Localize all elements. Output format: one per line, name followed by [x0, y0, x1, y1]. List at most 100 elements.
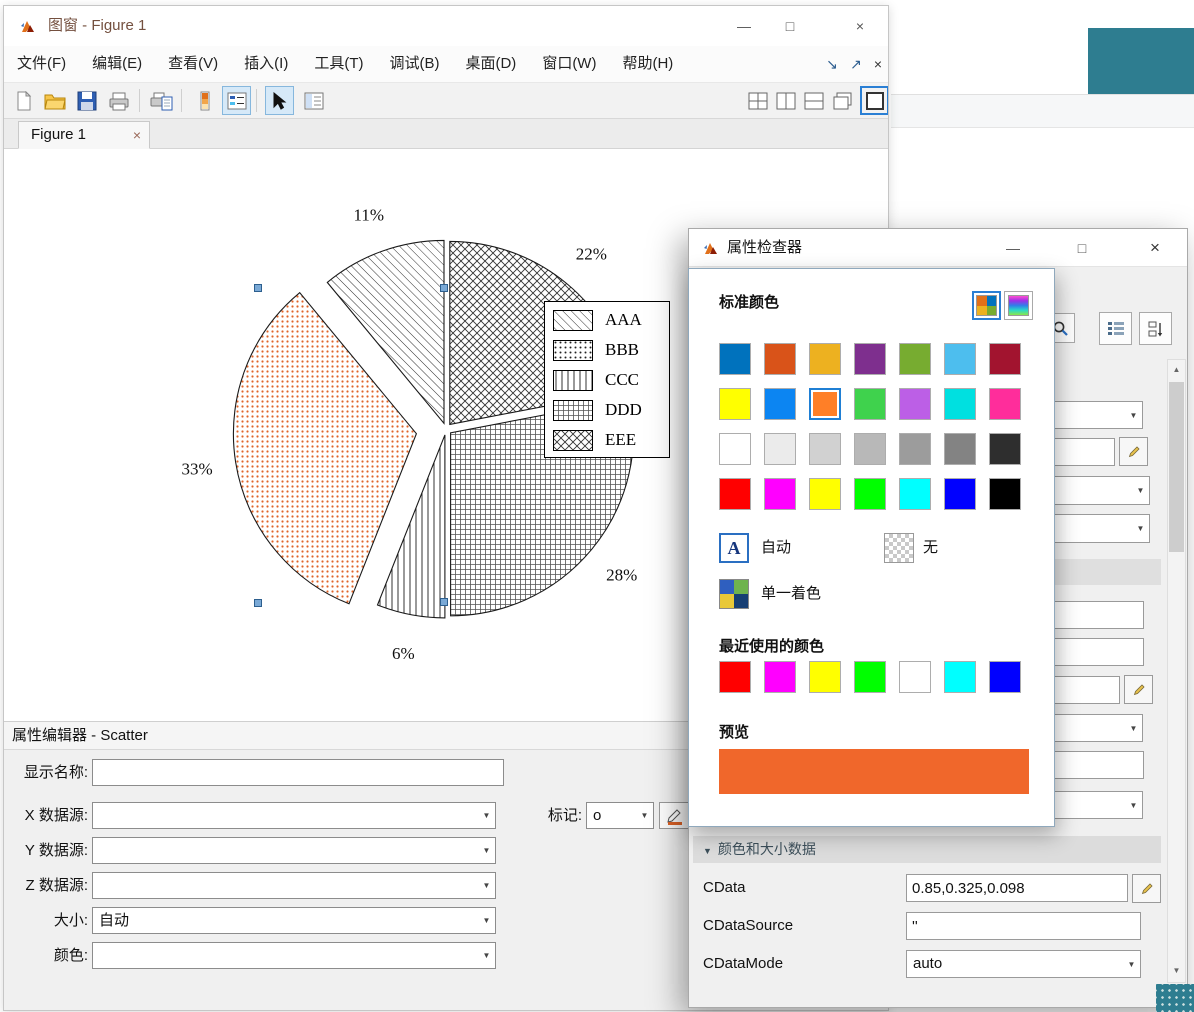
legend-entry-eee[interactable]: EEE [545, 425, 669, 455]
color-swatch-ebebeb[interactable] [764, 433, 796, 465]
legend-entry-ddd[interactable]: DDD [545, 395, 669, 425]
minimize-button[interactable]: — [722, 7, 766, 45]
color-swatch-00e0e0[interactable] [944, 388, 976, 420]
marker-color-button[interactable] [659, 802, 690, 829]
inspector-scrollbar[interactable]: ▲ ▼ [1167, 359, 1186, 983]
insert-legend-button[interactable] [222, 86, 251, 115]
new-document-button[interactable] [9, 86, 38, 115]
chart-legend[interactable]: AAABBBCCCDDDEEE [544, 301, 670, 458]
inspector-close-button[interactable]: × [1129, 230, 1181, 266]
recent-color-swatch-0000ff[interactable] [989, 661, 1021, 693]
size-combo[interactable]: 自动▼ [92, 907, 496, 934]
selection-handle-top-left[interactable] [254, 284, 262, 292]
menu-desktop[interactable]: 桌面(D) [452, 46, 529, 82]
x-data-source-combo[interactable]: ▼ [92, 802, 496, 829]
tab-close-icon[interactable]: × [133, 122, 141, 148]
scroll-up-icon[interactable]: ▲ [1168, 360, 1185, 379]
color-swatch-77ac30[interactable] [899, 343, 931, 375]
maximize-button[interactable]: □ [768, 7, 812, 45]
color-size-data-section-header[interactable]: ▼颜色和大小数据 [693, 836, 1161, 863]
menu-file[interactable]: 文件(F) [4, 46, 79, 82]
save-button[interactable] [72, 86, 101, 115]
color-combo[interactable]: ▼ [92, 942, 496, 969]
inspector-property-field-4[interactable] [1044, 676, 1120, 704]
menu-window[interactable]: 窗口(W) [529, 46, 609, 82]
marker-combo[interactable]: o ▼ [586, 802, 654, 829]
legend-entry-bbb[interactable]: BBB [545, 335, 669, 365]
none-color-button[interactable] [884, 533, 914, 563]
menu-help[interactable]: 帮助(H) [609, 46, 686, 82]
maximize-view-button[interactable] [860, 86, 889, 115]
menu-insert[interactable]: 插入(I) [231, 46, 301, 82]
recent-color-swatch-00ff00[interactable] [854, 661, 886, 693]
inspector-property-field-2[interactable] [1044, 601, 1144, 629]
dock-figure-icon[interactable]: ↘ [821, 46, 843, 82]
tab-figure-1[interactable]: Figure 1 × [18, 121, 150, 149]
color-swatch-d95319[interactable] [764, 343, 796, 375]
gradient-view-button[interactable] [1004, 291, 1033, 320]
print-preview-button[interactable] [147, 86, 176, 115]
palette-view-button[interactable] [972, 291, 1001, 320]
menu-view[interactable]: 查看(V) [155, 46, 231, 82]
color-swatch-b8b8b8[interactable] [854, 433, 886, 465]
inspector-maximize-button[interactable]: □ [1058, 230, 1106, 266]
color-swatch-ff2d9b[interactable] [989, 388, 1021, 420]
color-swatch-ffffff[interactable] [719, 433, 751, 465]
close-menubar-icon[interactable]: × [867, 46, 889, 82]
cascade-windows-button[interactable] [828, 86, 857, 115]
print-button[interactable] [104, 86, 133, 115]
color-swatch-3fd24d[interactable] [854, 388, 886, 420]
cdatamode-combo[interactable]: auto▼ [906, 950, 1141, 978]
recent-color-swatch-ff0000[interactable] [719, 661, 751, 693]
recent-color-swatch-ffffff[interactable] [899, 661, 931, 693]
open-file-button[interactable] [40, 86, 69, 115]
plot-browser-button[interactable] [299, 86, 328, 115]
sort-alpha-view-button[interactable] [1139, 312, 1172, 345]
color-swatch-ff7f27[interactable] [809, 388, 841, 420]
display-name-input[interactable] [92, 759, 504, 786]
recent-color-swatch-00ffff[interactable] [944, 661, 976, 693]
menu-debug[interactable]: 调试(B) [376, 46, 452, 82]
group-view-button[interactable] [1099, 312, 1132, 345]
selection-handle-top-right[interactable] [440, 284, 448, 292]
selection-handle-bottom-right[interactable] [440, 598, 448, 606]
cdata-field[interactable] [906, 874, 1128, 902]
menu-tools[interactable]: 工具(T) [301, 46, 376, 82]
color-swatch-ff00ff[interactable] [764, 478, 796, 510]
cdata-edit-button[interactable] [1132, 874, 1161, 903]
legend-entry-ccc[interactable]: CCC [545, 365, 669, 395]
color-swatch-bc5fe6[interactable] [899, 388, 931, 420]
color-swatch-0c85f2[interactable] [764, 388, 796, 420]
recent-color-swatch-ff00ff[interactable] [764, 661, 796, 693]
inspector-property-edit-button-1[interactable] [1119, 437, 1148, 466]
color-swatch-ffff00[interactable] [719, 388, 751, 420]
color-swatch-4dbeee[interactable] [944, 343, 976, 375]
menu-edit[interactable]: 编辑(E) [79, 46, 155, 82]
y-data-source-combo[interactable]: ▼ [92, 837, 496, 864]
color-swatch-0072bd[interactable] [719, 343, 751, 375]
desktop-resize-grip[interactable] [1156, 984, 1194, 1012]
single-hue-button[interactable] [719, 579, 749, 609]
inspector-property-edit-button-2[interactable] [1124, 675, 1153, 704]
color-swatch-838383[interactable] [944, 433, 976, 465]
inspector-minimize-button[interactable]: — [989, 230, 1037, 266]
color-swatch-d1d1d1[interactable] [809, 433, 841, 465]
color-swatch-7e2f8e[interactable] [854, 343, 886, 375]
close-button[interactable]: × [836, 7, 884, 45]
color-swatch-edb120[interactable] [809, 343, 841, 375]
color-swatch-00ff00[interactable] [854, 478, 886, 510]
recent-color-swatch-ffff00[interactable] [809, 661, 841, 693]
color-swatch-9c9c9c[interactable] [899, 433, 931, 465]
color-swatch-00ffff[interactable] [899, 478, 931, 510]
color-swatch-0000ff[interactable] [944, 478, 976, 510]
insert-colorbar-button[interactable] [190, 86, 219, 115]
color-swatch-2e2e2e[interactable] [989, 433, 1021, 465]
tile-vertical-button[interactable] [771, 86, 800, 115]
undock-figure-icon[interactable]: ↗ [845, 46, 867, 82]
edit-plot-button[interactable] [265, 86, 294, 115]
color-swatch-ff0000[interactable] [719, 478, 751, 510]
auto-color-button[interactable]: A [719, 533, 749, 563]
inspector-property-field-5[interactable] [1044, 751, 1144, 779]
legend-entry-aaa[interactable]: AAA [545, 305, 669, 335]
color-swatch-000000[interactable] [989, 478, 1021, 510]
